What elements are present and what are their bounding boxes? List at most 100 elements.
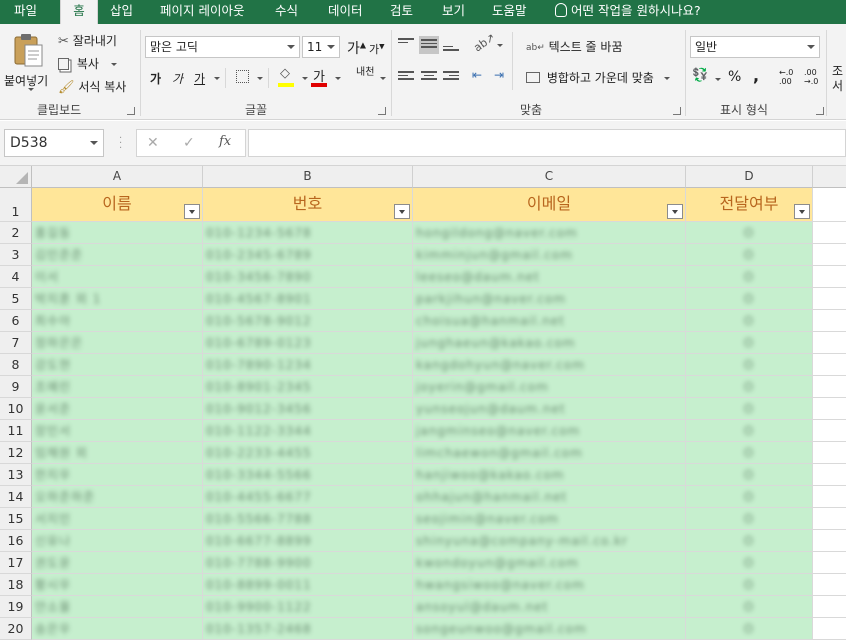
tab-file[interactable]: 파일 bbox=[4, 0, 47, 24]
orientation-button[interactable]: ab↗ bbox=[471, 31, 497, 55]
paste-button[interactable]: 붙여넣기 bbox=[4, 30, 54, 94]
tab-formulas[interactable]: 수식 bbox=[265, 0, 308, 24]
italic-button[interactable]: 가 bbox=[172, 70, 183, 87]
table-cell[interactable]: 임채원 외 bbox=[32, 442, 203, 464]
table-cell[interactable]: hanjiwoo@kakao.com bbox=[413, 464, 686, 486]
clipboard-dialog-launcher[interactable] bbox=[127, 107, 135, 115]
table-cell[interactable]: 010-4567-8901 bbox=[203, 288, 413, 310]
empty-cell[interactable] bbox=[813, 266, 846, 288]
table-cell[interactable]: O bbox=[686, 332, 813, 354]
phonetic-guide-button[interactable]: 내천 bbox=[356, 68, 374, 78]
chevron-down-icon[interactable] bbox=[335, 77, 341, 80]
empty-cell[interactable] bbox=[813, 530, 846, 552]
table-cell[interactable]: O bbox=[686, 222, 813, 244]
empty-cell[interactable] bbox=[813, 332, 846, 354]
column-header-c[interactable]: C bbox=[413, 166, 686, 188]
table-cell[interactable]: 서지민 bbox=[32, 508, 203, 530]
empty-cell[interactable] bbox=[813, 310, 846, 332]
empty-cell[interactable] bbox=[813, 442, 846, 464]
wrap-text-button[interactable]: ab↵ 텍스트 줄 바꿈 bbox=[526, 38, 622, 55]
table-cell[interactable]: O bbox=[686, 266, 813, 288]
tab-data[interactable]: 데이터 bbox=[318, 0, 373, 24]
chevron-down-icon[interactable] bbox=[257, 77, 263, 80]
table-cell[interactable]: yunseojun@daum.net bbox=[413, 398, 686, 420]
empty-cell[interactable] bbox=[813, 288, 846, 310]
table-cell[interactable]: 황시우 bbox=[32, 574, 203, 596]
alignment-dialog-launcher[interactable] bbox=[673, 107, 681, 115]
underline-button[interactable]: 가 bbox=[194, 70, 205, 87]
empty-cell[interactable] bbox=[813, 376, 846, 398]
row-header[interactable]: 2 bbox=[0, 222, 32, 244]
row-header[interactable]: 9 bbox=[0, 376, 32, 398]
table-cell[interactable]: kwondoyun@gmail.com bbox=[413, 552, 686, 574]
table-cell[interactable]: 윤서준 bbox=[32, 398, 203, 420]
table-cell[interactable]: O bbox=[686, 420, 813, 442]
tab-help[interactable]: 도움말 bbox=[482, 0, 537, 24]
filter-dropdown-icon[interactable] bbox=[667, 204, 683, 219]
styles-group-partial[interactable]: 조 서 bbox=[832, 64, 843, 94]
insert-function-icon[interactable]: fx bbox=[219, 134, 231, 149]
decrease-decimal-button[interactable]: .00 →.0 bbox=[804, 68, 818, 86]
table-cell[interactable]: O bbox=[686, 244, 813, 266]
filter-dropdown-icon[interactable] bbox=[394, 204, 410, 219]
chevron-down-icon[interactable] bbox=[380, 77, 386, 80]
table-cell[interactable]: O bbox=[686, 288, 813, 310]
table-cell[interactable]: 한지우 bbox=[32, 464, 203, 486]
row-header[interactable]: 11 bbox=[0, 420, 32, 442]
table-cell[interactable]: 김민준준 bbox=[32, 244, 203, 266]
chevron-down-icon[interactable] bbox=[715, 78, 721, 81]
row-header[interactable]: 1 bbox=[0, 188, 32, 222]
column-header-d[interactable]: D bbox=[686, 166, 813, 188]
tab-review[interactable]: 검토 bbox=[380, 0, 423, 24]
table-cell[interactable]: 010-9900-1122 bbox=[203, 596, 413, 618]
table-cell[interactable]: O bbox=[686, 618, 813, 640]
increase-indent-button[interactable]: ⇥ bbox=[494, 68, 504, 82]
formula-input[interactable] bbox=[248, 129, 846, 157]
table-cell[interactable]: 010-7890-1234 bbox=[203, 354, 413, 376]
row-header[interactable]: 16 bbox=[0, 530, 32, 552]
table-cell[interactable]: 장민서 bbox=[32, 420, 203, 442]
align-right-icon[interactable] bbox=[443, 71, 459, 83]
table-cell[interactable]: 010-9012-3456 bbox=[203, 398, 413, 420]
borders-icon[interactable] bbox=[236, 70, 249, 83]
table-header-cell[interactable]: 번호 bbox=[203, 188, 413, 222]
row-header[interactable]: 13 bbox=[0, 464, 32, 486]
font-size-dropdown[interactable]: 11 bbox=[302, 36, 340, 58]
table-cell[interactable]: 권도윤 bbox=[32, 552, 203, 574]
table-cell[interactable]: leeseo@daum.net bbox=[413, 266, 686, 288]
more-options-icon[interactable]: · · · bbox=[119, 134, 122, 154]
empty-cell[interactable] bbox=[813, 596, 846, 618]
row-header[interactable]: 19 bbox=[0, 596, 32, 618]
table-cell[interactable]: 010-5566-7788 bbox=[203, 508, 413, 530]
filter-dropdown-icon[interactable] bbox=[794, 204, 810, 219]
tab-home[interactable]: 홈 bbox=[60, 0, 98, 24]
table-cell[interactable]: 오하준하준 bbox=[32, 486, 203, 508]
table-cell[interactable]: jangminseo@naver.com bbox=[413, 420, 686, 442]
table-cell[interactable]: hongildong@naver.com bbox=[413, 222, 686, 244]
table-cell[interactable]: 신유나 bbox=[32, 530, 203, 552]
empty-cell[interactable] bbox=[813, 574, 846, 596]
table-cell[interactable]: choisua@hanmail.net bbox=[413, 310, 686, 332]
row-header[interactable]: 10 bbox=[0, 398, 32, 420]
table-cell[interactable]: 조예린 bbox=[32, 376, 203, 398]
row-header[interactable]: 15 bbox=[0, 508, 32, 530]
table-cell[interactable]: junghaeun@kakao.com bbox=[413, 332, 686, 354]
table-cell[interactable]: 010-6789-0123 bbox=[203, 332, 413, 354]
table-cell[interactable]: shinyuna@company-mail.co.kr bbox=[413, 530, 686, 552]
comma-button[interactable]: , bbox=[753, 66, 759, 85]
filter-dropdown-icon[interactable] bbox=[184, 204, 200, 219]
column-header-b[interactable]: B bbox=[203, 166, 413, 188]
table-cell[interactable]: O bbox=[686, 354, 813, 376]
empty-cell[interactable] bbox=[813, 188, 846, 222]
table-cell[interactable]: ansoyul@daum.net bbox=[413, 596, 686, 618]
chevron-down-icon[interactable] bbox=[214, 77, 220, 80]
column-header-e[interactable] bbox=[813, 166, 846, 188]
table-cell[interactable]: kangdohyun@naver.com bbox=[413, 354, 686, 376]
table-cell[interactable]: O bbox=[686, 486, 813, 508]
increase-decimal-button[interactable]: ←.0 .00 bbox=[779, 68, 793, 86]
table-cell[interactable]: 박지훈 외 1 bbox=[32, 288, 203, 310]
align-top-icon[interactable] bbox=[398, 38, 414, 50]
table-cell[interactable]: kimminjun@gmail.com bbox=[413, 244, 686, 266]
table-cell[interactable]: ohhajun@hanmail.net bbox=[413, 486, 686, 508]
row-header[interactable]: 18 bbox=[0, 574, 32, 596]
